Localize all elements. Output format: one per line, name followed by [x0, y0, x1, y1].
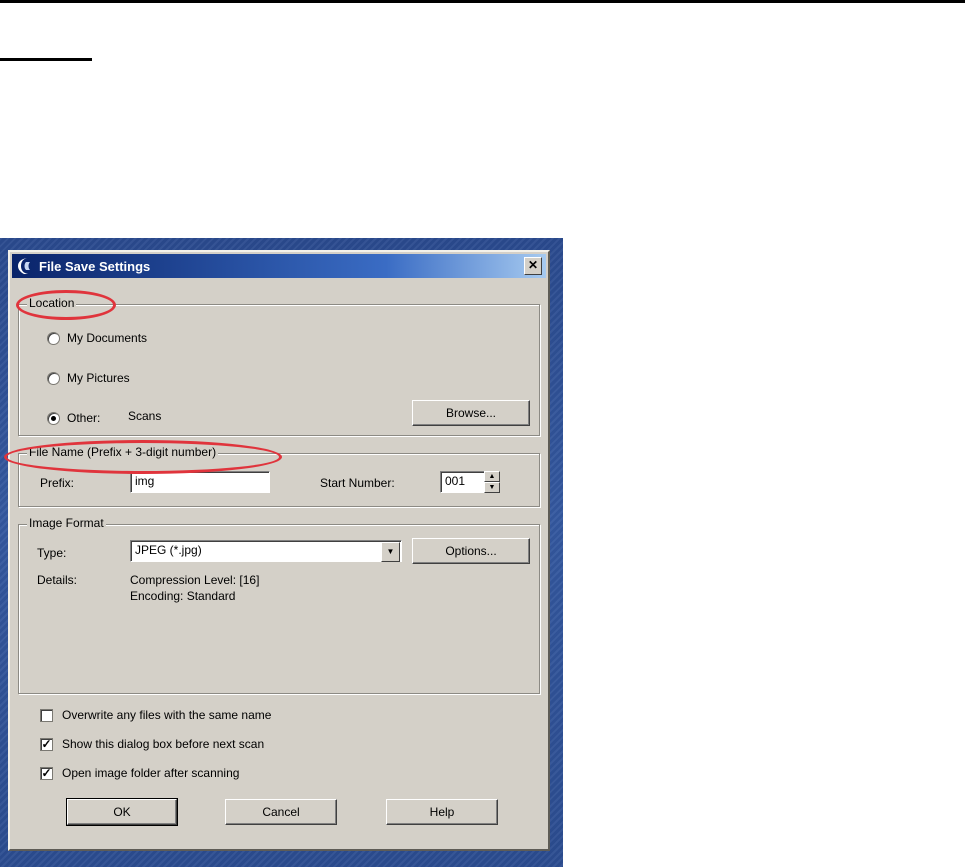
prefix-input[interactable]: img — [130, 471, 270, 493]
start-number-input[interactable]: 001 — [440, 471, 486, 493]
help-button[interactable]: Help — [386, 799, 498, 825]
my-pictures-radio[interactable] — [47, 372, 60, 385]
overwrite-label[interactable]: Overwrite any files with the same name — [62, 708, 271, 722]
details-encoding: Encoding: Standard — [130, 589, 236, 603]
other-radio[interactable] — [47, 412, 60, 425]
details-compression: Compression Level: [16] — [130, 573, 260, 587]
chevron-down-icon[interactable]: ▼ — [381, 542, 400, 562]
app-icon — [18, 258, 30, 274]
file-name-group: File Name (Prefix + 3-digit number) Pref… — [18, 445, 540, 507]
my-pictures-label[interactable]: My Pictures — [67, 371, 130, 385]
location-group: Location My Documents My Pictures Other:… — [18, 296, 540, 436]
location-legend: Location — [27, 296, 77, 310]
prefix-label: Prefix: — [40, 476, 75, 490]
show-dialog-checkbox[interactable]: ✓ — [40, 738, 53, 751]
overwrite-checkbox[interactable] — [40, 709, 53, 722]
start-number-label: Start Number: — [320, 476, 395, 490]
heading-underline — [0, 58, 92, 61]
my-documents-radio[interactable] — [47, 332, 60, 345]
cancel-button[interactable]: Cancel — [225, 799, 337, 825]
open-folder-checkbox[interactable]: ✓ — [40, 767, 53, 780]
stepper-up-icon[interactable]: ▲ — [484, 471, 500, 482]
image-format-group: Image Format Type: JPEG (*.jpg) ▼ Option… — [18, 516, 540, 694]
type-select-value: JPEG (*.jpg) — [135, 543, 202, 557]
type-label: Type: — [37, 546, 67, 560]
dialog-title: File Save Settings — [39, 259, 151, 274]
close-icon[interactable]: ✕ — [524, 257, 542, 275]
my-documents-label[interactable]: My Documents — [67, 331, 147, 345]
page-top-rule — [0, 0, 965, 3]
file-save-settings-dialog: File Save Settings ✕ Location My Documen… — [4, 250, 550, 851]
stepper-down-icon[interactable]: ▼ — [484, 482, 500, 493]
open-folder-label[interactable]: Open image folder after scanning — [62, 766, 239, 780]
other-path-value: Scans — [128, 409, 162, 423]
browse-button[interactable]: Browse... — [412, 400, 530, 426]
title-bar[interactable]: File Save Settings ✕ — [12, 254, 546, 278]
other-label[interactable]: Other: — [67, 411, 100, 425]
image-format-legend: Image Format — [27, 516, 106, 530]
start-number-stepper[interactable]: ▲ ▼ — [484, 471, 500, 493]
desktop-background: File Save Settings ✕ Location My Documen… — [0, 238, 563, 867]
options-button[interactable]: Options... — [412, 538, 530, 564]
details-label: Details: — [37, 573, 78, 587]
show-dialog-label[interactable]: Show this dialog box before next scan — [62, 737, 264, 751]
ok-button[interactable]: OK — [66, 798, 178, 826]
type-select[interactable]: JPEG (*.jpg) ▼ — [130, 540, 402, 562]
file-name-legend: File Name (Prefix + 3-digit number) — [27, 445, 219, 459]
